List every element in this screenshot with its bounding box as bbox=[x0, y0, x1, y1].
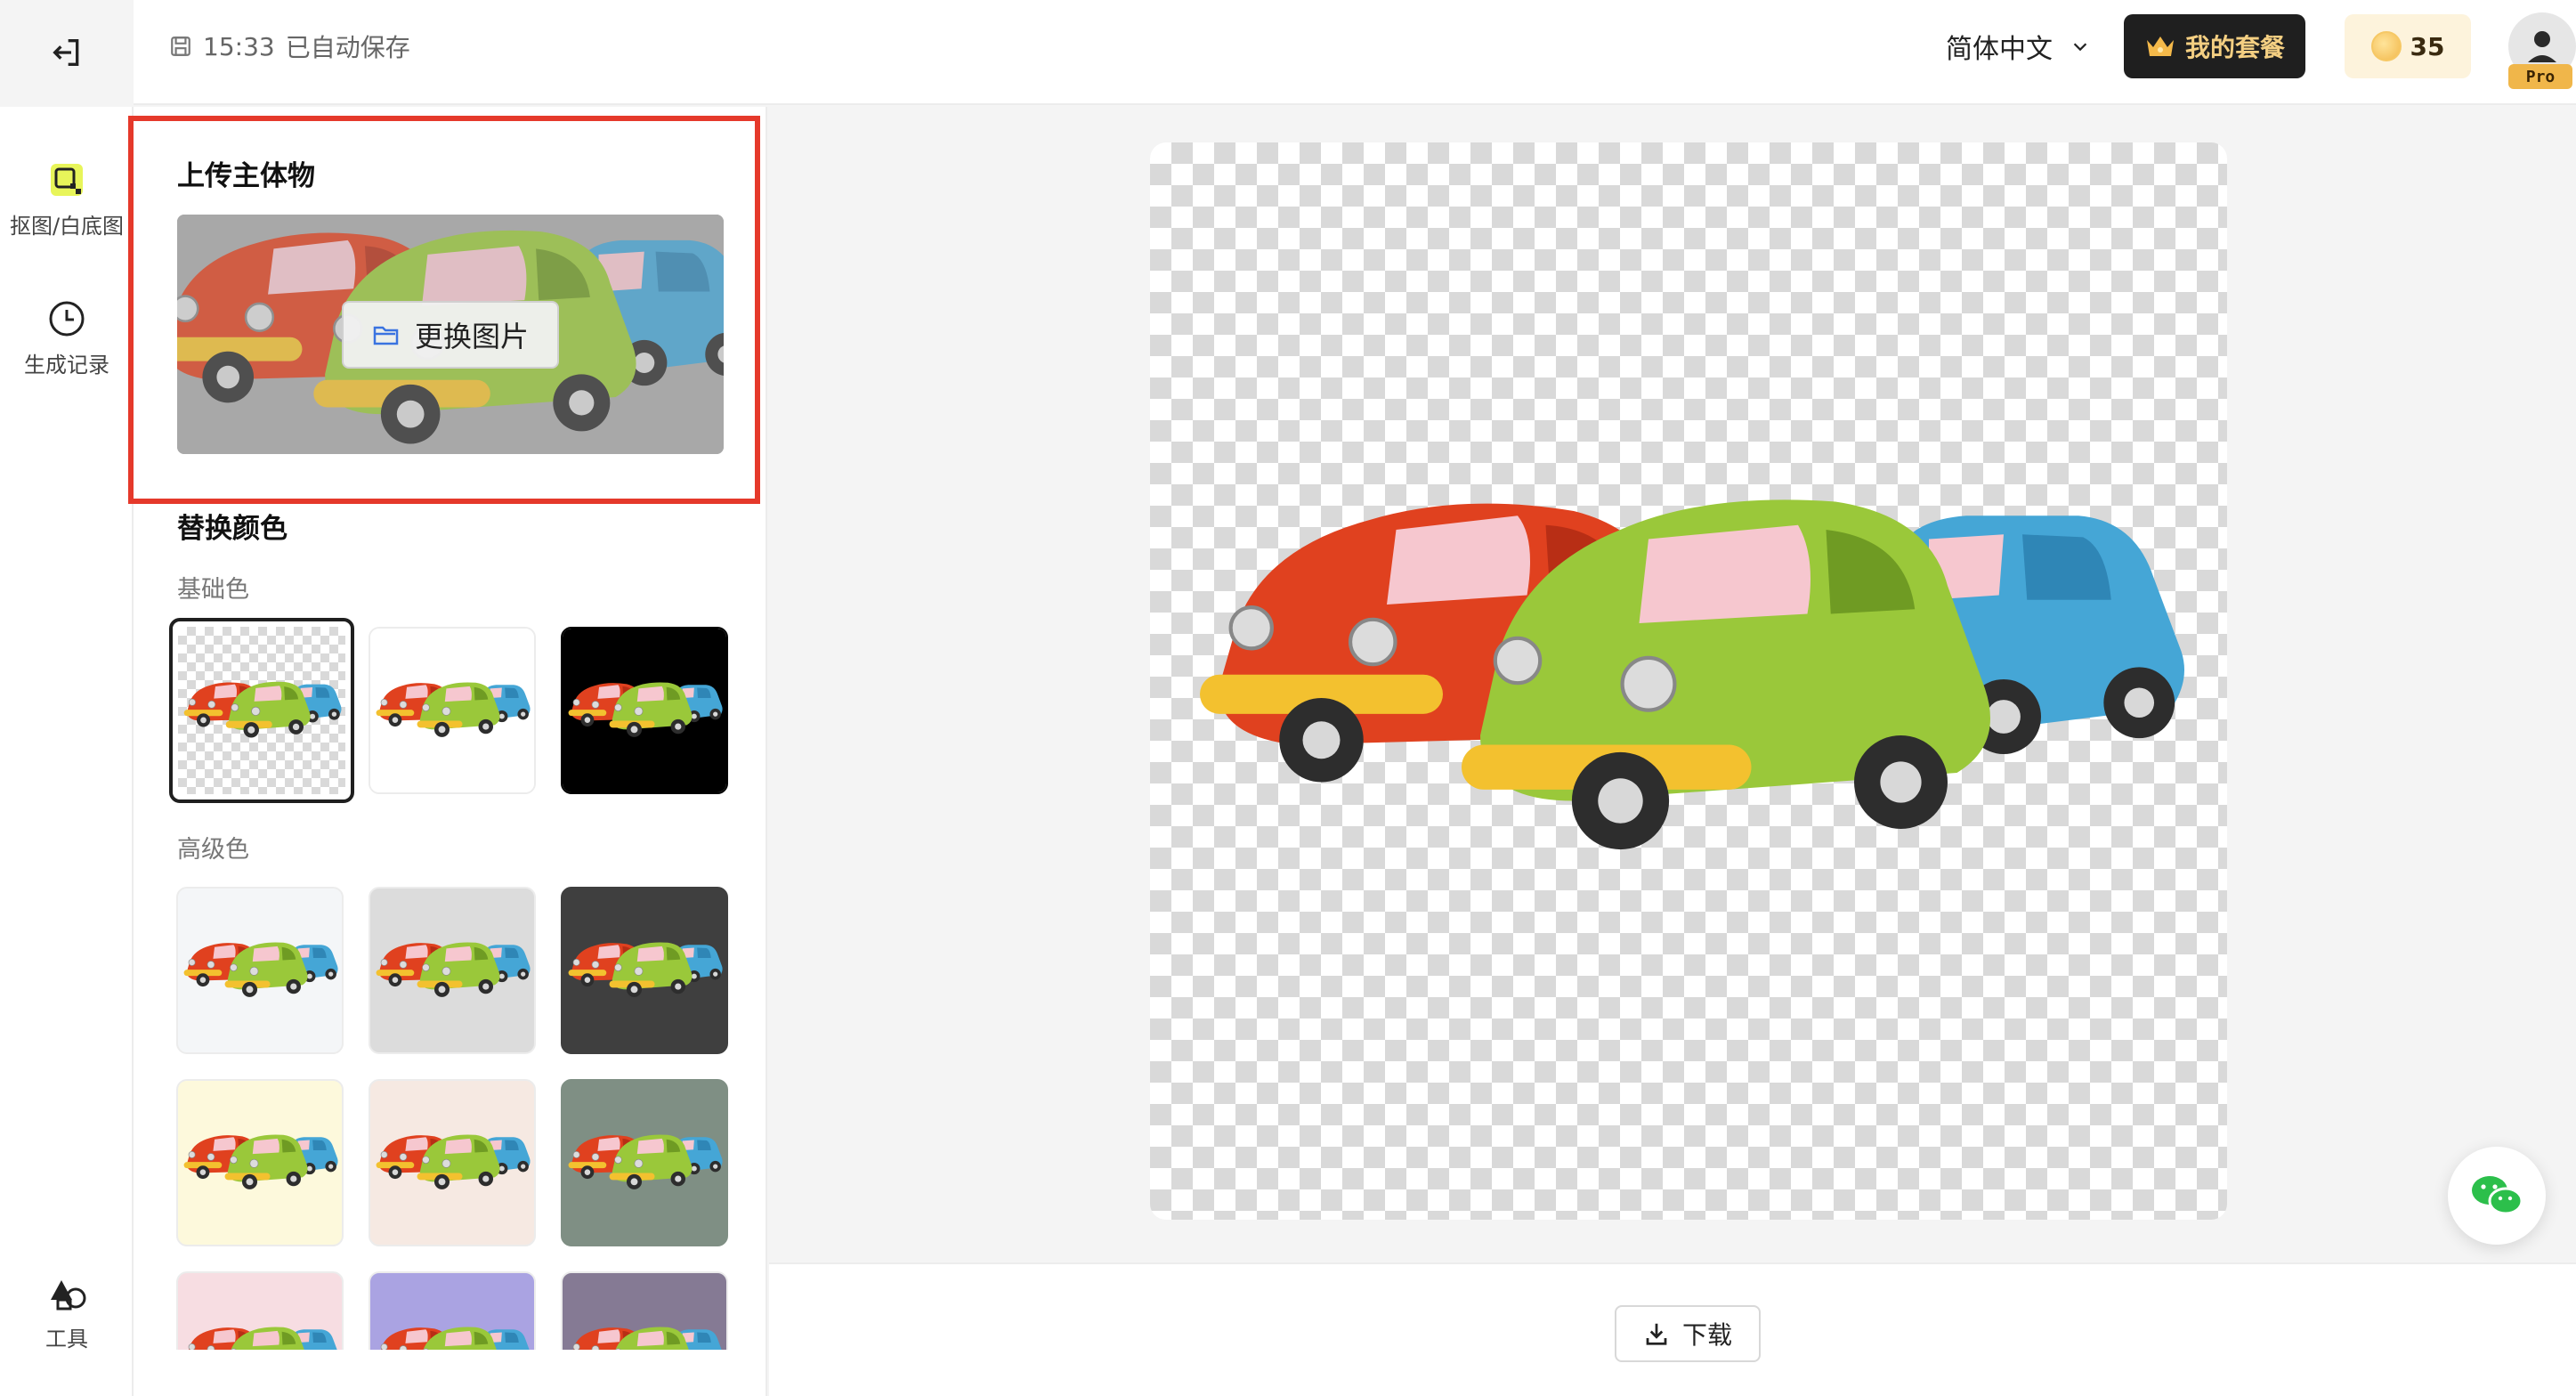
cutout-icon bbox=[51, 164, 83, 196]
cars-thumbnail bbox=[568, 1327, 723, 1350]
cars-result-image bbox=[1150, 142, 2227, 1220]
cars-thumbnail bbox=[376, 1134, 531, 1190]
folder-icon bbox=[373, 326, 399, 345]
replace-image-label: 更换图片 bbox=[414, 320, 529, 353]
coin-icon bbox=[2370, 31, 2402, 61]
swatch-advanced-5[interactable] bbox=[369, 1079, 536, 1246]
cars-thumbnail bbox=[568, 942, 723, 998]
my-plan-label: 我的套餐 bbox=[2184, 33, 2285, 62]
replace-image-button[interactable]: 更换图片 bbox=[342, 301, 559, 369]
cars-thumbnail bbox=[568, 682, 723, 738]
swatch-advanced-9[interactable] bbox=[561, 1271, 728, 1350]
swatch-advanced-8[interactable] bbox=[369, 1271, 536, 1350]
swatch-advanced-4[interactable] bbox=[176, 1079, 344, 1246]
swatch-white[interactable] bbox=[369, 627, 536, 794]
download-icon bbox=[1646, 1323, 1667, 1345]
rail-item-tools[interactable]: 工具 bbox=[0, 1273, 134, 1352]
tools-icon bbox=[51, 1280, 86, 1311]
swatch-advanced-3[interactable] bbox=[561, 887, 728, 1054]
language-label: 简体中文 bbox=[1946, 34, 2053, 65]
top-header: 15:33 已自动保存 简体中文 我的套餐 35 Pro bbox=[0, 0, 2576, 105]
rail-item-history[interactable]: 生成记录 bbox=[0, 299, 134, 378]
result-canvas[interactable] bbox=[1150, 142, 2227, 1220]
download-button[interactable]: 下载 bbox=[1615, 1305, 1761, 1362]
autosave-time: 15:33 bbox=[203, 31, 275, 61]
crown-icon bbox=[2146, 37, 2174, 56]
download-label: 下载 bbox=[1681, 1320, 1732, 1350]
cars-thumbnail bbox=[568, 1134, 723, 1190]
rail-label-history: 生成记录 bbox=[24, 353, 109, 377]
cars-thumbnail bbox=[183, 681, 342, 738]
coin-balance[interactable]: 35 bbox=[2345, 14, 2471, 78]
save-icon bbox=[171, 37, 190, 56]
swatch-transparent[interactable] bbox=[169, 618, 354, 803]
clock-icon bbox=[49, 301, 85, 337]
cars-thumbnail bbox=[376, 1327, 531, 1350]
swatch-advanced-1[interactable] bbox=[176, 887, 344, 1054]
cars-thumbnail bbox=[376, 682, 531, 738]
swatch-black[interactable] bbox=[561, 627, 728, 794]
swatch-row-clip bbox=[134, 1264, 767, 1350]
coin-count: 35 bbox=[2410, 31, 2445, 61]
autosave-text: 已自动保存 bbox=[285, 33, 410, 62]
swatch-advanced-2[interactable] bbox=[369, 887, 536, 1054]
tool-rail: 抠图/白底图 生成记录 工具 bbox=[0, 107, 134, 1396]
rail-item-cutout[interactable]: 抠图/白底图 bbox=[0, 160, 134, 239]
cars-thumbnail bbox=[183, 942, 338, 998]
cars-thumbnail bbox=[183, 1327, 338, 1350]
swatch-advanced-7[interactable] bbox=[176, 1271, 344, 1350]
advanced-color-label: 高级色 bbox=[177, 836, 249, 864]
rail-label-cutout: 抠图/白底图 bbox=[9, 214, 125, 239]
autosave-status: 15:33 已自动保存 bbox=[169, 0, 410, 93]
pro-badge: Pro bbox=[2508, 64, 2572, 89]
upload-title: 上传主体物 bbox=[177, 160, 315, 192]
my-plan-button[interactable]: 我的套餐 bbox=[2124, 14, 2305, 78]
wechat-icon bbox=[2472, 1176, 2523, 1215]
exit-icon bbox=[53, 39, 79, 66]
exit-button[interactable] bbox=[0, 0, 134, 105]
rail-label-tools: 工具 bbox=[45, 1327, 88, 1351]
basic-color-label: 基础色 bbox=[177, 576, 249, 604]
language-selector[interactable]: 简体中文 bbox=[1946, 20, 2090, 73]
cars-thumbnail bbox=[183, 1134, 338, 1190]
cars-thumbnail bbox=[376, 942, 531, 998]
swatch-advanced-6[interactable] bbox=[561, 1079, 728, 1246]
chevron-down-icon bbox=[2073, 43, 2087, 52]
wechat-support-button[interactable] bbox=[2448, 1147, 2546, 1245]
color-title: 替换颜色 bbox=[177, 513, 288, 545]
